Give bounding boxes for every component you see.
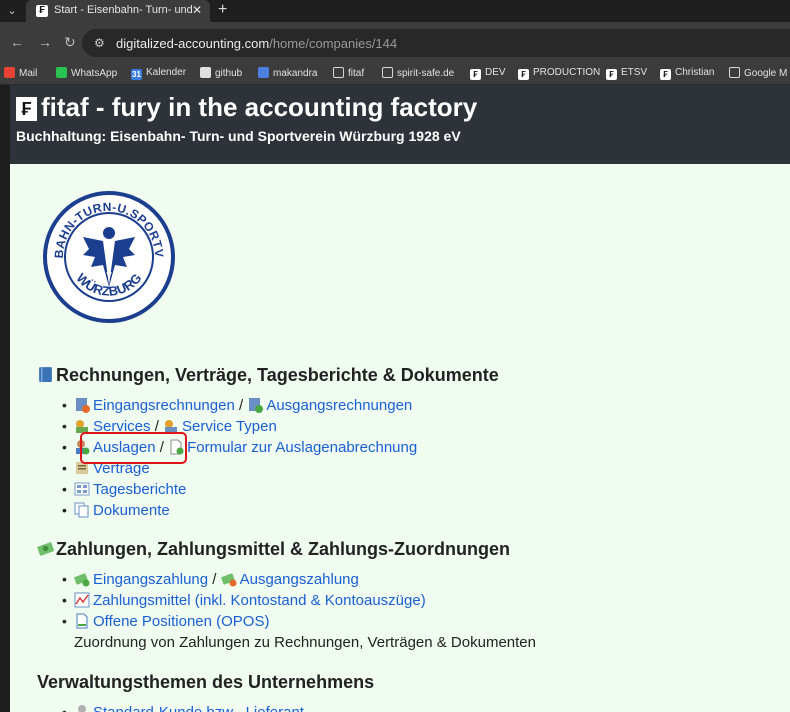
fitaf-icon: ₣ <box>518 69 529 80</box>
folder-icon <box>729 67 740 78</box>
link-ausgangszahlung[interactable]: Ausgangszahlung <box>240 571 359 588</box>
link-zahlungsmittel[interactable]: Zahlungsmittel (inkl. Kontostand & Konto… <box>93 592 426 609</box>
list-item: Dokumente <box>62 500 417 521</box>
chart-icon <box>74 592 90 608</box>
bookmark-production[interactable]: ₣ PRODUCTION <box>518 67 600 80</box>
zuordnung-text: Zuordnung von Zahlungen zu Rechnungen, V… <box>74 634 536 651</box>
book-icon <box>39 367 52 382</box>
forward-arrow-icon[interactable]: → <box>38 34 52 50</box>
link-dokumente[interactable]: Dokumente <box>93 502 170 519</box>
url-text: digitalized-accounting.com/home/companie… <box>116 36 397 51</box>
list-item: Eingangsrechnungen / Ausgangsrechnungen <box>62 395 417 416</box>
page-title: fitaf - fury in the accounting factory <box>41 92 478 122</box>
emblem-letter: S <box>106 262 112 271</box>
list-item: Eingangszahlung / Ausgangszahlung <box>62 569 536 590</box>
separator: / <box>212 571 217 588</box>
bookmark-google[interactable]: Google M <box>729 67 787 79</box>
link-offene-positionen[interactable]: Offene Positionen (OPOS) <box>93 613 269 630</box>
money-icon <box>37 542 54 556</box>
bookmark-makandra[interactable]: makandra <box>258 67 317 79</box>
bookmark-whatsapp[interactable]: WhatsApp <box>56 67 117 79</box>
tab-list-chevron-icon[interactable]: ⌄ <box>4 3 20 19</box>
incoming-invoice-icon <box>76 398 90 413</box>
page-header: ₣ fitaf - fury in the accounting factory… <box>0 85 790 164</box>
bookmark-dev[interactable]: ₣ DEV <box>470 67 506 80</box>
url-domain: digitalized-accounting.com <box>116 36 270 51</box>
site-settings-icon[interactable]: ⚙ <box>94 36 105 50</box>
bookmark-christian[interactable]: ₣ Christian <box>660 67 714 80</box>
outgoing-payment-icon <box>220 573 237 587</box>
url-path: /home/companies/144 <box>269 36 398 51</box>
customer-supplier-icon <box>78 705 86 712</box>
link-ausgangsrechnungen[interactable]: Ausgangsrechnungen <box>266 397 412 414</box>
section-heading-verwaltung: Verwaltungsthemen des Unternehmens <box>37 672 375 692</box>
emblem-letter: T <box>107 253 112 262</box>
club-emblem: EISENBAHN-TURN-U.SPORTVEREIN WÜRZBURG E … <box>43 191 175 323</box>
reload-icon[interactable]: ↻ <box>64 34 76 51</box>
fitaf-logo-icon: ₣ <box>16 97 37 121</box>
folder-icon <box>382 67 393 78</box>
bookmark-etsv[interactable]: ₣ ETSV <box>606 67 647 80</box>
gmail-icon <box>4 67 15 78</box>
link-eingangszahlung[interactable]: Eingangszahlung <box>93 571 208 588</box>
url-field[interactable]: ⚙ digitalized-accounting.com/home/compan… <box>82 29 790 57</box>
section3-list: Standard-Kunde bzw. -Lieferant <box>62 702 304 712</box>
daily-report-icon <box>74 482 90 496</box>
list-item: Offene Positionen (OPOS) <box>62 611 536 632</box>
section-heading-rechnungen: Rechnungen, Verträge, Tagesberichte & Do… <box>37 365 499 386</box>
fitaf-favicon-icon: ₣ <box>36 5 48 17</box>
link-standard-kunde[interactable]: Standard-Kunde bzw. -Lieferant <box>93 704 304 712</box>
bookmark-kalender[interactable]: 31 Kalender <box>131 67 186 80</box>
fitaf-icon: ₣ <box>470 69 481 80</box>
browser-tab[interactable]: ₣ Start - Eisenbahn- Turn- und S ✕ <box>26 0 210 22</box>
new-tab-icon[interactable]: + <box>218 1 227 19</box>
github-icon <box>200 67 211 78</box>
list-item: Tagesberichte <box>62 479 417 500</box>
outgoing-invoice-icon <box>249 398 264 413</box>
link-tagesberichte[interactable]: Tagesberichte <box>93 481 186 498</box>
bookmark-fitaf[interactable]: fitaf <box>333 67 364 79</box>
fitaf-icon: ₣ <box>606 69 617 80</box>
calendar-icon: 31 <box>131 69 142 80</box>
documents-icon <box>74 502 89 518</box>
main-content: EISENBAHN-TURN-U.SPORTVEREIN WÜRZBURG E … <box>0 164 790 712</box>
bookmark-github[interactable]: github <box>200 67 242 79</box>
section-heading-zahlungen: Zahlungen, Zahlungsmittel & Zahlungs-Zuo… <box>37 539 510 560</box>
link-eingangsrechnungen[interactable]: Eingangsrechnungen <box>93 397 235 414</box>
bookmarks-bar: Mail WhatsApp 31 Kalender github makandra… <box>0 63 790 85</box>
incoming-payment-icon <box>74 573 90 587</box>
list-item: Standard-Kunde bzw. -Lieferant <box>62 702 304 712</box>
link-formular-auslagenabrechnung[interactable]: Formular zur Auslagenabrechnung <box>187 439 417 456</box>
link-service-typen[interactable]: Service Typen <box>182 418 277 435</box>
makandra-icon <box>258 67 269 78</box>
whatsapp-icon <box>56 67 67 78</box>
list-item-note: Zuordnung von Zahlungen zu Rechnungen, V… <box>74 632 536 653</box>
address-bar-row: ← → ↻ ⚙ digitalized-accounting.com/home/… <box>0 22 790 63</box>
separator: / <box>238 397 244 414</box>
company-subtitle: Buchhaltung: Eisenbahn- Turn- und Sportv… <box>16 128 461 144</box>
tab-title: Start - Eisenbahn- Turn- und S <box>54 4 194 16</box>
bookmark-mail[interactable]: Mail <box>4 67 37 79</box>
section2-list: Eingangszahlung / Ausgangszahlung Zahlun… <box>62 569 536 653</box>
fitaf-icon: ₣ <box>660 69 671 80</box>
back-arrow-icon[interactable]: ← <box>10 34 24 50</box>
auslagen-highlight-box <box>80 432 187 464</box>
emblem-letter: E <box>106 244 112 253</box>
emblem-letter: V <box>106 271 112 280</box>
list-item: Zahlungsmittel (inkl. Kontostand & Konto… <box>62 590 536 611</box>
browser-tab-bar: ⌄ ₣ Start - Eisenbahn- Turn- und S ✕ + <box>0 0 790 22</box>
close-tab-icon[interactable]: ✕ <box>192 3 202 17</box>
bookmark-spirit-safe[interactable]: spirit-safe.de <box>382 67 454 79</box>
folder-icon <box>333 67 344 78</box>
open-items-icon <box>76 613 88 629</box>
